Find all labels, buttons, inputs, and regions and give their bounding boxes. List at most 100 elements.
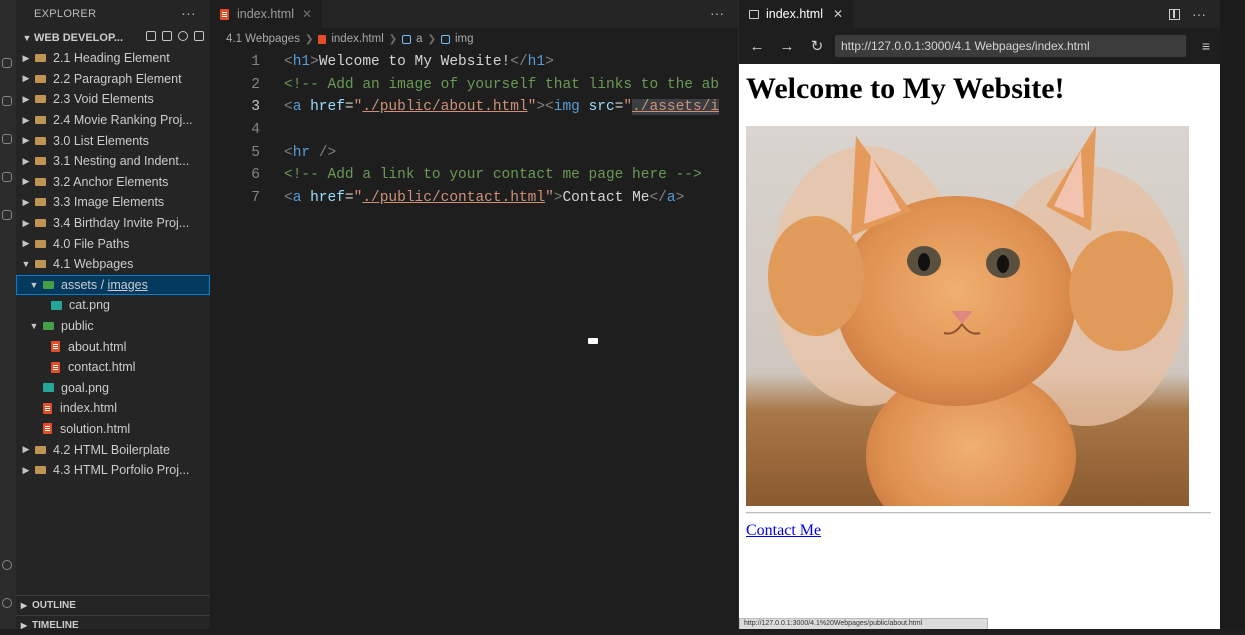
tree-item[interactable]: ▶ 3.4 Birthday Invite Proj...	[16, 213, 210, 234]
chevron-down-icon: ▼	[22, 33, 32, 43]
workspace-section[interactable]: ▼ WEB DEVELOP...	[16, 28, 210, 48]
code-token: ./public/about.html	[362, 99, 528, 116]
tree-item[interactable]: ▶ 4.3 HTML Porfolio Proj...	[16, 460, 210, 481]
tree-item[interactable]: contact.html	[16, 357, 210, 378]
close-icon[interactable]: ✕	[833, 7, 843, 21]
tree-item[interactable]: ▶ 4.2 HTML Boilerplate	[16, 439, 210, 460]
cat-image-link[interactable]	[746, 126, 1189, 546]
folder-icon	[35, 239, 46, 248]
code-token: href	[310, 99, 345, 116]
code-line[interactable]: 1 <h1>Welcome to My Website!</h1>	[210, 51, 738, 74]
tree-item[interactable]: ▼ assets / images	[16, 274, 210, 296]
tree-item[interactable]: ▼ 4.1 Webpages	[16, 254, 210, 275]
tree-item[interactable]: ▶ 2.3 Void Elements	[16, 89, 210, 110]
extensions-icon[interactable]	[2, 210, 12, 220]
tree-item[interactable]: ▼ public	[16, 316, 210, 337]
close-icon[interactable]: ✕	[302, 7, 312, 21]
explorer-more-icon[interactable]: ···	[181, 5, 196, 21]
back-arrow-icon[interactable]: ←	[745, 38, 769, 55]
code-line[interactable]: 6 <!-- Add a link to your contact me page…	[210, 164, 738, 187]
tree-item[interactable]: ▶ 4.0 File Paths	[16, 233, 210, 254]
settings-gear-icon[interactable]	[2, 598, 12, 608]
element-icon	[440, 34, 450, 44]
tree-item-label: index.html	[60, 401, 117, 416]
tree-item[interactable]: ▶ 2.1 Heading Element	[16, 48, 210, 69]
new-file-icon[interactable]	[146, 31, 156, 41]
tree-item-label: cat.png	[69, 298, 111, 313]
tree-item[interactable]: ▶ 3.3 Image Elements	[16, 192, 210, 213]
code-line[interactable]: 3 <a href="./public/about.html"><img src=…	[210, 96, 738, 119]
folder-icon	[35, 198, 46, 207]
tree-item[interactable]: index.html	[16, 398, 210, 419]
tree-item-label: goal.png	[61, 380, 109, 395]
breadcrumb-element-a[interactable]: a	[416, 33, 422, 45]
tree-item-label: 2.4 Movie Ranking Proj...	[53, 113, 193, 128]
code-token: >	[545, 54, 554, 71]
tree-item-label: 4.2 HTML Boilerplate	[53, 442, 170, 457]
code-token: <	[284, 54, 293, 71]
tree-item-label: 3.4 Birthday Invite Proj...	[53, 216, 190, 231]
outline-section[interactable]: ▶ OUTLINE	[16, 595, 210, 615]
chevron-right-icon: ▶	[22, 464, 30, 475]
refresh-icon[interactable]	[178, 31, 188, 41]
breadcrumb-folder[interactable]: 4.1 Webpages	[226, 33, 300, 45]
code-area[interactable]: 1 <h1>Welcome to My Website!</h1> 2 <!-- Ad…	[210, 50, 738, 209]
run-debug-icon[interactable]	[2, 172, 12, 182]
code-token: img	[553, 99, 580, 116]
tree-item[interactable]: ▶ 2.4 Movie Ranking Proj...	[16, 110, 210, 131]
explorer-sidebar: EXPLORER ··· ▼ WEB DEVELOP... ▶ 2.1 Headi…	[16, 0, 210, 631]
code-token: ./assets/i	[632, 99, 720, 116]
forward-arrow-icon[interactable]: →	[775, 38, 799, 55]
editor-more-icon[interactable]: ···	[710, 5, 724, 21]
chevron-right-icon: ▶	[20, 601, 28, 610]
tree-item[interactable]: ▶ 3.1 Nesting and Indent...	[16, 151, 210, 172]
source-control-icon[interactable]	[2, 134, 12, 144]
collapse-all-icon[interactable]	[194, 31, 204, 41]
code-line[interactable]: 5 <hr />	[210, 141, 738, 164]
contact-me-link[interactable]: Contact Me	[746, 522, 821, 540]
tree-item[interactable]: ▶ 3.0 List Elements	[16, 130, 210, 151]
account-icon[interactable]	[2, 560, 12, 570]
timeline-section[interactable]: ▶ TIMELINE	[16, 615, 210, 635]
menu-icon[interactable]: ≡	[1198, 38, 1214, 54]
image-file-icon	[51, 300, 62, 310]
breadcrumb-element-img[interactable]: img	[455, 33, 474, 45]
line-number: 7	[251, 189, 260, 206]
tree-item[interactable]: ▶ 2.2 Paragraph Element	[16, 69, 210, 90]
code-line-content: <h1>Welcome to My Website!</h1>	[284, 54, 554, 70]
files-icon[interactable]	[2, 58, 12, 68]
breadcrumb: 4.1 Webpages ❯ index.html ❯ a ❯ img	[210, 28, 738, 50]
split-editor-icon[interactable]	[1169, 8, 1180, 20]
code-token: <!-- Add an image of yourself that links…	[284, 76, 720, 93]
code-token: <	[284, 144, 293, 161]
code-token: Contact Me	[562, 189, 650, 206]
tree-item[interactable]: solution.html	[16, 419, 210, 440]
line-number: 5	[251, 144, 260, 161]
cat-image	[746, 126, 1189, 546]
preview-tab[interactable]: index.html ✕	[739, 0, 854, 28]
tree-item[interactable]: cat.png	[16, 295, 210, 316]
explorer-title: EXPLORER	[34, 8, 97, 20]
code-token: hr	[292, 144, 311, 161]
breadcrumb-file[interactable]: index.html	[331, 33, 383, 45]
code-token: </	[510, 54, 528, 71]
tree-item-label: solution.html	[60, 421, 131, 436]
reload-icon[interactable]: ↻	[805, 37, 829, 55]
tree-item[interactable]: about.html	[16, 336, 210, 357]
code-line[interactable]: 2 <!-- Add an image of yourself that link…	[210, 74, 738, 97]
code-token: href	[310, 189, 345, 206]
url-input[interactable]: http://127.0.0.1:3000/4.1 Webpages/index…	[835, 35, 1186, 57]
new-folder-icon[interactable]	[162, 31, 172, 41]
browser-preview: index.html ✕ ··· ← → ↻ http://127.0.0.1:…	[739, 0, 1220, 629]
code-line[interactable]: 4	[210, 119, 738, 142]
search-icon[interactable]	[2, 96, 12, 106]
tree-item[interactable]: goal.png	[16, 378, 210, 399]
code-token: <!-- Add a link to your contact me page …	[284, 167, 702, 184]
editor-tab-index-html[interactable]: index.html ✕	[210, 0, 324, 28]
preview-more-icon[interactable]: ···	[1192, 6, 1206, 22]
chevron-right-icon: ▶	[22, 238, 30, 249]
tree-item-label: 4.0 File Paths	[53, 236, 130, 251]
tree-item[interactable]: ▶ 3.2 Anchor Elements	[16, 172, 210, 193]
code-line[interactable]: 7 <a href="./public/contact.html">Contact…	[210, 187, 738, 210]
